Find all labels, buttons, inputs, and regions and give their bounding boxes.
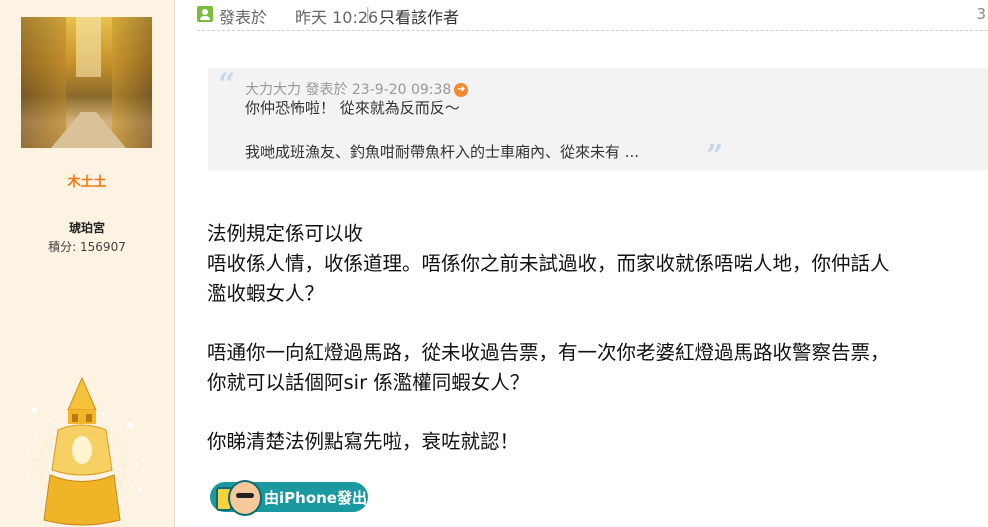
- points-value: 156907: [80, 240, 126, 254]
- floor-number[interactable]: 3: [976, 5, 986, 23]
- iphone-app-badge[interactable]: 由iPhone發出: [210, 480, 368, 516]
- header-separator: |: [365, 4, 371, 23]
- body-line: 你就可以話個阿sir 係濫權同蝦女人？: [207, 371, 530, 394]
- body-line: 唔收係人情，收係道理。唔係你之前未試過收，而家收就係唔啱人地，你仲話人: [207, 252, 890, 275]
- quote-meta: 大力大力 發表於 23-9-20 09:38 ➜: [245, 79, 469, 99]
- avatar-trees-left: [21, 17, 66, 148]
- quote-line-2: 我哋成班漁友、釣魚咁耐帶魚杆入的士車廂內、從來未有 ...: [245, 143, 640, 161]
- mascot-icon: [228, 480, 262, 516]
- points-label: 積分:: [48, 240, 77, 254]
- quote-open-icon: “: [218, 67, 236, 102]
- author-group: 琥珀宮: [68, 221, 105, 235]
- avatar-trees-right: [112, 17, 152, 148]
- body-line: 唔通你一向紅燈過馬路，從未收過告票，有一次你老婆紅燈過馬路收警察告票，: [207, 341, 890, 364]
- quote-meta-text: 大力大力 發表於 23-9-20 09:38: [245, 82, 452, 98]
- avatar-sky: [76, 17, 101, 77]
- quote-block: “ 大力大力 發表於 23-9-20 09:38 ➜ 你仲恐怖啦！ 從來就為反而反…: [208, 67, 988, 174]
- only-author-link[interactable]: 只看該作者: [379, 4, 459, 28]
- post-header: 發表於 昨天 10:26 | 只看該作者 3: [197, 0, 988, 31]
- author-sidebar: 木土土 琥珀宮 積分: 156907: [0, 0, 175, 527]
- posted-label: 發表於: [219, 8, 268, 27]
- body-line: 濫收蝦女人？: [207, 282, 325, 305]
- jump-to-post-icon[interactable]: ➜: [454, 83, 469, 97]
- quote-line-1: 你仲恐怖啦！ 從來就為反而反～: [245, 99, 460, 117]
- body-line: 法例規定係可以收: [207, 222, 364, 245]
- iphone-badge-text: 由iPhone發出: [264, 489, 367, 507]
- body-line: 你睇清楚法例點寫先啦，衰咗就認！: [207, 430, 520, 453]
- author-points: 積分: 156907: [0, 238, 174, 255]
- author-username[interactable]: 木土土: [0, 171, 174, 190]
- post-body: 法例規定係可以收 唔收係人情，收係道理。唔係你之前未試過收，而家收就係唔啱人地，…: [207, 219, 988, 457]
- rank-badge-icon: [26, 376, 142, 526]
- quote-close-icon: ”: [706, 139, 724, 174]
- avatar[interactable]: [21, 17, 152, 148]
- online-user-icon: [197, 6, 213, 22]
